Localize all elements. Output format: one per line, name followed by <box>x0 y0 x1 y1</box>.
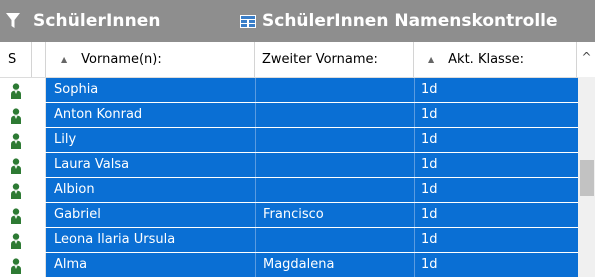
student-icon <box>11 158 21 174</box>
column-divider <box>414 203 415 227</box>
student-icon <box>11 133 21 149</box>
student-icon <box>11 183 21 199</box>
cell-vorname[interactable]: Gabriel <box>54 203 251 227</box>
cell-akt-klasse[interactable]: 1d <box>421 128 571 152</box>
column-divider <box>255 178 256 202</box>
cell-zweiter-vorname[interactable]: Magdalena <box>263 253 411 277</box>
cell-zweiter-vorname[interactable] <box>263 178 411 202</box>
cell-vorname[interactable]: Sophia <box>54 78 251 102</box>
cell-zweiter-vorname[interactable] <box>263 228 411 252</box>
cell-akt-klasse[interactable]: 1d <box>421 228 571 252</box>
cell-vorname[interactable]: Anton Konrad <box>54 103 251 127</box>
column-divider <box>255 153 256 177</box>
row-status-cell <box>0 178 46 202</box>
cell-zweiter-vorname[interactable] <box>263 153 411 177</box>
column-divider <box>414 78 415 102</box>
cell-vorname[interactable]: Lily <box>54 128 251 152</box>
column-divider <box>414 253 415 277</box>
row-status-cell <box>0 103 46 127</box>
column-divider <box>255 228 256 252</box>
cell-akt-klasse[interactable]: 1d <box>421 253 571 277</box>
cell-zweiter-vorname[interactable] <box>263 103 411 127</box>
cell-vorname[interactable]: Alma <box>54 253 251 277</box>
cell-akt-klasse[interactable]: 1d <box>421 103 571 127</box>
column-divider <box>255 78 256 102</box>
tab-title[interactable]: SchülerInnen Namenskontrolle <box>262 11 558 31</box>
column-divider <box>255 128 256 152</box>
table-row[interactable]: Leona Ilaria Ursula 1d <box>0 228 578 253</box>
table-header: S ▲ Vorname(n): Zweiter Vorname: ▲ Akt. Kl… <box>0 42 595 78</box>
cell-akt-klasse[interactable]: 1d <box>421 78 571 102</box>
cell-zweiter-vorname[interactable]: Francisco <box>263 203 411 227</box>
row-status-cell <box>0 78 46 102</box>
student-icon <box>11 208 21 224</box>
table-row[interactable]: Sophia 1d <box>0 78 578 103</box>
column-header-zweiter-vorname[interactable]: Zweiter Vorname: <box>255 42 414 77</box>
column-divider <box>255 253 256 277</box>
table-row[interactable]: Anton Konrad 1d <box>0 103 578 128</box>
student-icon <box>11 233 21 249</box>
row-status-cell <box>0 128 46 152</box>
column-header-vorname[interactable]: ▲ Vorname(n): <box>46 42 255 77</box>
panel-title-bar: SchülerInnen SchülerInnen Namenskontroll… <box>0 0 595 42</box>
cell-vorname[interactable]: Laura Valsa <box>54 153 251 177</box>
table-body: Sophia 1d Anton Konrad 1d Lily 1d Laura … <box>0 78 578 278</box>
row-status-cell <box>0 153 46 177</box>
cell-vorname[interactable]: Leona Ilaria Ursula <box>54 228 251 252</box>
sort-ascending-icon: ▲ <box>61 55 68 64</box>
row-status-cell <box>0 228 46 252</box>
column-header-vorname-label: Vorname(n): <box>81 52 162 67</box>
column-header-akt-klasse-label: Akt. Klasse: <box>448 52 524 67</box>
cell-zweiter-vorname[interactable] <box>263 78 411 102</box>
student-icon <box>11 108 21 124</box>
table-row[interactable]: Albion 1d <box>0 178 578 203</box>
column-divider <box>255 103 256 127</box>
column-header-s[interactable]: S <box>0 42 32 77</box>
column-divider <box>414 228 415 252</box>
table-row[interactable]: Gabriel Francisco 1d <box>0 203 578 228</box>
student-icon <box>11 83 21 99</box>
column-header-spacer <box>32 42 46 77</box>
column-divider <box>414 103 415 127</box>
cell-akt-klasse[interactable]: 1d <box>421 203 571 227</box>
scroll-up-arrow-icon[interactable]: ^ <box>578 42 595 77</box>
scrollbar-thumb[interactable] <box>580 160 594 196</box>
table-row[interactable]: Laura Valsa 1d <box>0 153 578 178</box>
table-row[interactable]: Alma Magdalena 1d <box>0 253 578 278</box>
column-divider <box>414 178 415 202</box>
column-divider <box>414 128 415 152</box>
table-row[interactable]: Lily 1d <box>0 128 578 153</box>
table-icon <box>240 15 256 28</box>
column-header-zweiter-vorname-label: Zweiter Vorname: <box>262 52 378 67</box>
column-divider <box>255 203 256 227</box>
cell-vorname[interactable]: Albion <box>54 178 251 202</box>
cell-akt-klasse[interactable]: 1d <box>421 178 571 202</box>
cell-zweiter-vorname[interactable] <box>263 128 411 152</box>
cell-akt-klasse[interactable]: 1d <box>421 153 571 177</box>
column-header-s-label: S <box>8 52 17 67</box>
row-status-cell <box>0 253 46 277</box>
column-divider <box>414 153 415 177</box>
filter-icon[interactable] <box>6 13 20 29</box>
panel-title: SchülerInnen <box>33 11 161 31</box>
student-icon <box>11 258 21 274</box>
row-status-cell <box>0 203 46 227</box>
sort-ascending-icon: ▲ <box>428 55 435 64</box>
column-header-akt-klasse[interactable]: ▲ Akt. Klasse: <box>414 42 577 77</box>
